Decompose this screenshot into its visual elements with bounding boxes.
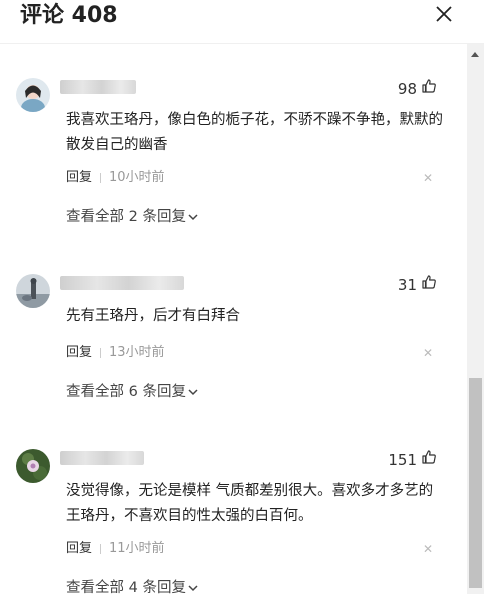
close-small-icon[interactable]: ✕ — [423, 540, 433, 558]
scrollbar[interactable] — [467, 44, 484, 594]
comments-header: 评论 408 — [0, 0, 484, 44]
avatar[interactable] — [16, 274, 50, 308]
thumbs-up-icon[interactable] — [421, 449, 437, 471]
like-count: 98 — [397, 80, 417, 98]
view-all-replies-link[interactable]: 查看全部 2 条回复 — [66, 207, 198, 227]
timestamp: 13小时前 — [109, 345, 165, 360]
thumbs-up-icon[interactable] — [421, 274, 437, 296]
chevron-down-icon — [188, 207, 198, 227]
divider — [100, 544, 102, 554]
view-all-replies-label: 查看全部 6 条回复 — [66, 384, 186, 400]
chevron-down-icon — [188, 578, 198, 598]
username[interactable]: 用户 — [60, 80, 136, 94]
comment-text: 没觉得像，无论是模样 气质都差别很大。喜欢多才多艺的王珞丹，不喜欢目的性太强的白… — [66, 483, 434, 524]
comment-meta: 回复 13小时前 — [66, 344, 165, 362]
comment-item: 用户 151 没觉得像，无论是模样 气质都差别很大。喜欢多才多艺的王珞丹，不喜欢… — [0, 449, 467, 596]
username[interactable]: 用户 — [60, 276, 184, 290]
like-button[interactable]: 98 — [398, 78, 437, 100]
comment-text: 我喜欢王珞丹，像白色的栀子花，不骄不躁不争艳，默默的散发自己的幽香 — [66, 112, 443, 153]
reply-button[interactable]: 回复 — [66, 169, 92, 187]
timestamp: 10小时前 — [109, 170, 165, 185]
avatar[interactable] — [16, 78, 50, 112]
thumbs-up-icon[interactable] — [421, 78, 437, 100]
chevron-down-icon — [188, 382, 198, 402]
comment-meta: 回复 10小时前 — [66, 169, 165, 187]
reply-button[interactable]: 回复 — [66, 540, 92, 558]
scroll-up-icon[interactable] — [471, 52, 479, 57]
view-all-replies-link[interactable]: 查看全部 6 条回复 — [66, 382, 198, 402]
comments-title: 评论 408 — [20, 3, 118, 28]
username[interactable]: 用户 — [60, 451, 144, 465]
like-count: 151 — [388, 451, 417, 469]
comment-item: 用户 31 先有王珞丹，后才有白拜合 回复 13小时前 ✕ 查看全部 6 条回复 — [0, 274, 467, 424]
view-all-replies-label: 查看全部 2 条回复 — [66, 209, 186, 225]
divider — [100, 348, 102, 358]
like-button[interactable]: 31 — [398, 274, 437, 296]
like-count: 31 — [397, 276, 417, 294]
close-small-icon[interactable]: ✕ — [423, 344, 433, 362]
like-button[interactable]: 151 — [388, 449, 437, 471]
view-all-replies-link[interactable]: 查看全部 4 条回复 — [66, 578, 198, 598]
comment-item: 用户 98 我喜欢王珞丹，像白色的栀子花，不骄不躁不争艳，默默的散发自己的幽香 … — [0, 78, 467, 248]
avatar[interactable] — [16, 449, 50, 483]
divider — [100, 173, 102, 183]
comment-meta: 回复 11小时前 — [66, 540, 165, 558]
reply-button[interactable]: 回复 — [66, 344, 92, 362]
comment-text: 先有王珞丹，后才有白拜合 — [66, 308, 240, 324]
close-icon[interactable] — [434, 4, 454, 24]
close-small-icon[interactable]: ✕ — [423, 169, 433, 187]
timestamp: 11小时前 — [109, 541, 165, 556]
scrollbar-thumb[interactable] — [469, 378, 482, 588]
